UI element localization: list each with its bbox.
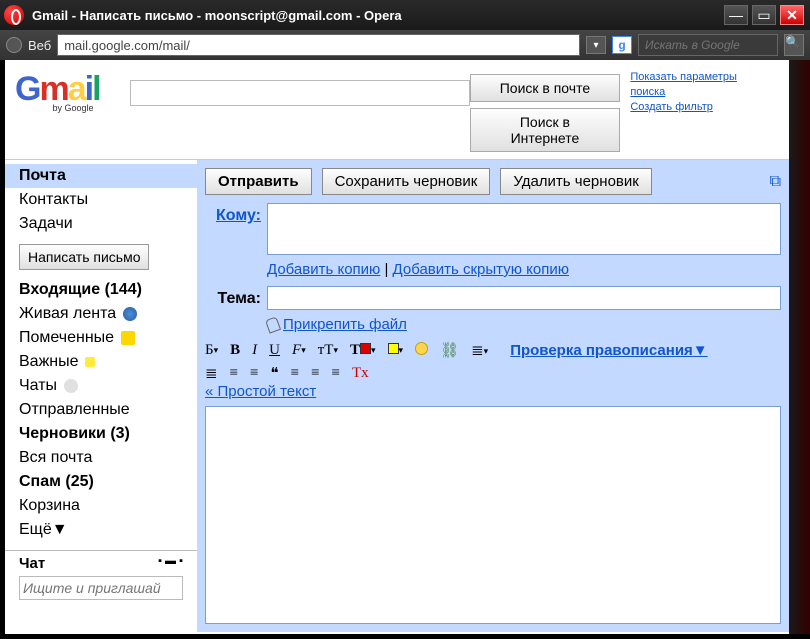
paperclip-icon: [265, 316, 281, 333]
show-search-options-link[interactable]: Показать параметры поиска: [630, 70, 773, 100]
important-icon: [85, 357, 95, 367]
numbered-list-button[interactable]: ≣▾: [471, 341, 488, 360]
compose-button[interactable]: Написать письмо: [19, 244, 149, 270]
align-left-button[interactable]: ≡: [291, 365, 299, 382]
add-bcc-link[interactable]: Добавить скрытую копию: [393, 261, 569, 278]
folder-inbox[interactable]: Входящие (144): [5, 278, 197, 302]
opera-icon: [4, 5, 24, 25]
chat-heading: Чат: [19, 555, 45, 572]
align-right-button[interactable]: ≡: [332, 365, 340, 382]
page-content: Gmail by Google Поиск в почте Поиск в Ин…: [5, 60, 789, 634]
emoji-button[interactable]: [415, 342, 428, 360]
textcolor-button[interactable]: T▾: [350, 342, 376, 359]
create-filter-link[interactable]: Создать фильтр: [630, 100, 773, 115]
spellcheck-link[interactable]: Проверка правописания▼: [510, 342, 707, 359]
address-bar: Веб ▾ g 🔍: [0, 30, 810, 60]
google-search-icon[interactable]: g: [612, 36, 632, 54]
close-button[interactable]: ✕: [780, 5, 804, 25]
subject-label: Тема:: [205, 286, 261, 310]
gmail-search-input[interactable]: [130, 80, 470, 106]
titlebar: Gmail - Написать письмо - moonscript@gma…: [0, 0, 810, 30]
font-button[interactable]: Б▾: [205, 342, 218, 359]
chat-icon: [64, 379, 78, 393]
search-go-button[interactable]: 🔍: [784, 34, 804, 56]
chat-controls[interactable]: ▪ ▬ ▪: [158, 555, 183, 572]
window-title: Gmail - Написать письмо - moonscript@gma…: [32, 8, 724, 23]
gmail-header: Gmail by Google Поиск в почте Поиск в Ин…: [5, 60, 789, 160]
folder-starred[interactable]: Помеченные: [5, 326, 197, 350]
folder-important[interactable]: Важные: [5, 350, 197, 374]
underline-button[interactable]: U: [269, 342, 280, 359]
compose-panel: Отправить Сохранить черновик Удалить чер…: [197, 160, 789, 632]
attach-file-link[interactable]: Прикрепить файл: [283, 316, 407, 333]
url-input[interactable]: [57, 34, 580, 56]
globe-icon: [6, 37, 22, 53]
message-body[interactable]: [205, 406, 781, 624]
send-button[interactable]: Отправить: [205, 168, 312, 195]
indent-button[interactable]: ≡: [250, 365, 258, 382]
folder-more[interactable]: Ещё▼: [5, 518, 197, 542]
plain-text-link[interactable]: « Простой текст: [205, 383, 316, 400]
sidebar-tasks[interactable]: Задачи: [5, 212, 197, 236]
folder-drafts[interactable]: Черновики (3): [5, 422, 197, 446]
quote-button[interactable]: ❝: [271, 364, 279, 383]
folder-spam[interactable]: Спам (25): [5, 470, 197, 494]
window-right-edge: [789, 60, 810, 634]
outdent-button[interactable]: ≡: [230, 365, 238, 382]
sidebar-contacts[interactable]: Контакты: [5, 188, 197, 212]
rss-icon[interactable]: ▾: [586, 36, 606, 54]
sidebar: Почта Контакты Задачи Написать письмо Вх…: [5, 160, 197, 632]
save-draft-button[interactable]: Сохранить черновик: [322, 168, 491, 195]
discard-button[interactable]: Удалить черновик: [500, 168, 651, 195]
folder-allmail[interactable]: Вся почта: [5, 446, 197, 470]
minimize-button[interactable]: —: [724, 5, 748, 25]
to-label[interactable]: Кому:: [205, 203, 261, 255]
format-toolbar: Б▾ В I U F▾ тТ▾ T▾ ▾ ⛓ ≣▾ Проверка право…: [205, 341, 781, 400]
web-label: Веб: [28, 38, 51, 53]
buzz-icon: [123, 307, 137, 321]
align-center-button[interactable]: ≡: [311, 365, 319, 382]
bold-button[interactable]: В: [230, 342, 240, 359]
italic-button[interactable]: I: [252, 342, 257, 359]
link-button[interactable]: ⛓: [440, 341, 459, 360]
sidebar-mail[interactable]: Почта: [5, 164, 197, 188]
bullet-list-button[interactable]: ≣: [205, 364, 218, 383]
search-web-button[interactable]: Поиск в Интернете: [470, 108, 621, 152]
add-cc-link[interactable]: Добавить копию: [267, 261, 380, 278]
folder-buzz[interactable]: Живая лента: [5, 302, 197, 326]
fontfamily-button[interactable]: F▾: [292, 342, 306, 359]
popout-icon[interactable]: ⧉: [770, 173, 781, 191]
folder-trash[interactable]: Корзина: [5, 494, 197, 518]
maximize-button[interactable]: ▭: [752, 5, 776, 25]
browser-search-input[interactable]: [638, 34, 778, 56]
chat-search-input[interactable]: [19, 576, 183, 600]
to-input[interactable]: [267, 203, 781, 255]
folder-chats[interactable]: Чаты: [5, 374, 197, 398]
highlight-button[interactable]: ▾: [388, 342, 404, 359]
search-mail-button[interactable]: Поиск в почте: [470, 74, 621, 102]
subject-input[interactable]: [267, 286, 781, 310]
star-icon: [121, 331, 135, 345]
fontsize-button[interactable]: тТ▾: [318, 342, 338, 359]
remove-format-button[interactable]: Tx: [352, 365, 369, 382]
folder-sent[interactable]: Отправленные: [5, 398, 197, 422]
